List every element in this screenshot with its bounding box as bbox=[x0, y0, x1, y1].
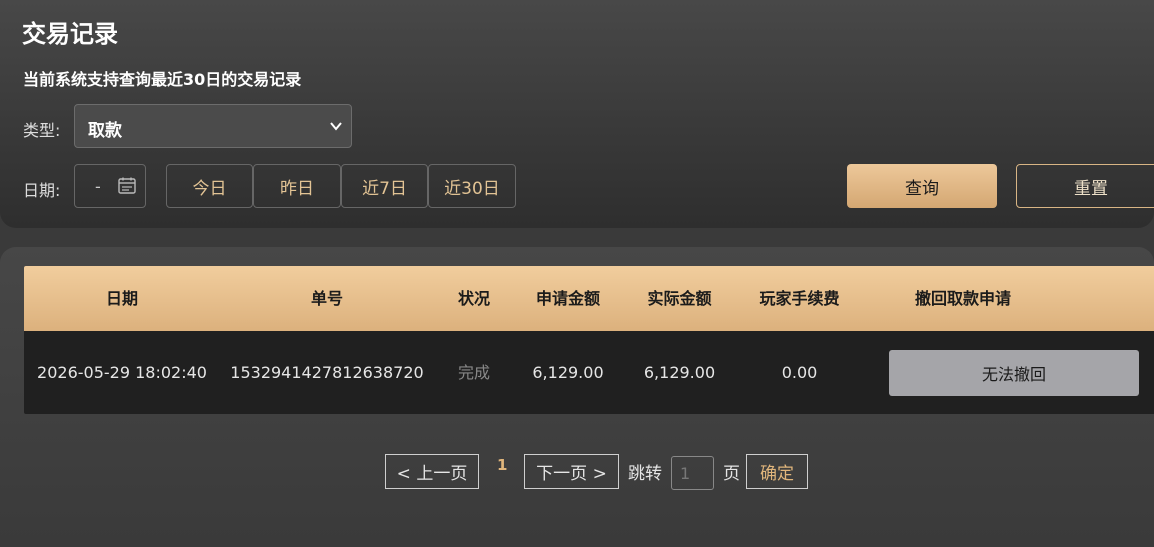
prev-page-button[interactable]: < 上一页 bbox=[385, 454, 479, 489]
page-title: 交易记录 bbox=[22, 20, 118, 48]
table-header: 日期 单号 状况 申请金额 实际金额 玩家手续费 撤回取款申请 bbox=[24, 266, 1154, 331]
page-unit-label: 页 bbox=[723, 464, 740, 484]
column-header-actual-amount: 实际金额 bbox=[647, 289, 712, 308]
cell-requested-amount: 6,129.00 bbox=[532, 363, 604, 382]
quick-range-today-button[interactable]: 今日 bbox=[166, 164, 253, 208]
chevron-down-icon bbox=[330, 122, 342, 131]
type-label: 类型: bbox=[23, 121, 61, 140]
column-header-date: 日期 bbox=[105, 289, 138, 308]
column-header-revoke: 撤回取款申请 bbox=[914, 289, 1011, 308]
cell-fee: 0.00 bbox=[781, 363, 818, 382]
cell-status: 完成 bbox=[457, 363, 490, 382]
confirm-jump-button[interactable]: 确定 bbox=[746, 454, 808, 489]
column-header-fee: 玩家手续费 bbox=[759, 289, 840, 308]
date-range-input[interactable]: - bbox=[74, 164, 146, 208]
cell-actual-amount: 6,129.00 bbox=[643, 363, 716, 382]
date-label: 日期: bbox=[23, 181, 61, 200]
column-header-status: 状况 bbox=[457, 289, 490, 308]
page-subtitle: 当前系统支持查询最近30日的交易记录 bbox=[23, 70, 302, 89]
cell-date: 2026-05-29 18:02:40 bbox=[37, 363, 207, 382]
column-header-requested-amount: 申请金额 bbox=[535, 289, 600, 308]
jump-page-input[interactable] bbox=[671, 456, 714, 490]
next-page-button[interactable]: 下一页 > bbox=[524, 454, 619, 489]
revoke-withdrawal-button[interactable]: 无法撤回 bbox=[889, 350, 1139, 396]
cell-order-no: 1532941427812638720 bbox=[230, 363, 424, 382]
type-select[interactable]: 取款 bbox=[74, 104, 352, 148]
column-header-order-no: 单号 bbox=[310, 289, 343, 308]
calendar-icon bbox=[118, 177, 136, 194]
jump-label: 跳转 bbox=[628, 464, 662, 484]
quick-range-30days-button[interactable]: 近30日 bbox=[428, 164, 516, 208]
reset-button[interactable]: 重置 bbox=[1016, 164, 1154, 208]
current-page-number[interactable]: 1 bbox=[497, 456, 507, 474]
type-select-value: 取款 bbox=[88, 121, 122, 141]
query-button[interactable]: 查询 bbox=[847, 164, 997, 208]
transactions-table: 日期 单号 状况 申请金额 实际金额 玩家手续费 撤回取款申请 2026-05-… bbox=[24, 266, 1154, 414]
filter-panel: 交易记录 当前系统支持查询最近30日的交易记录 类型: 取款 日期: - 今日 … bbox=[0, 0, 1154, 228]
quick-range-7days-button[interactable]: 近7日 bbox=[341, 164, 428, 208]
quick-range-yesterday-button[interactable]: 昨日 bbox=[253, 164, 341, 208]
date-range-separator: - bbox=[95, 177, 101, 196]
